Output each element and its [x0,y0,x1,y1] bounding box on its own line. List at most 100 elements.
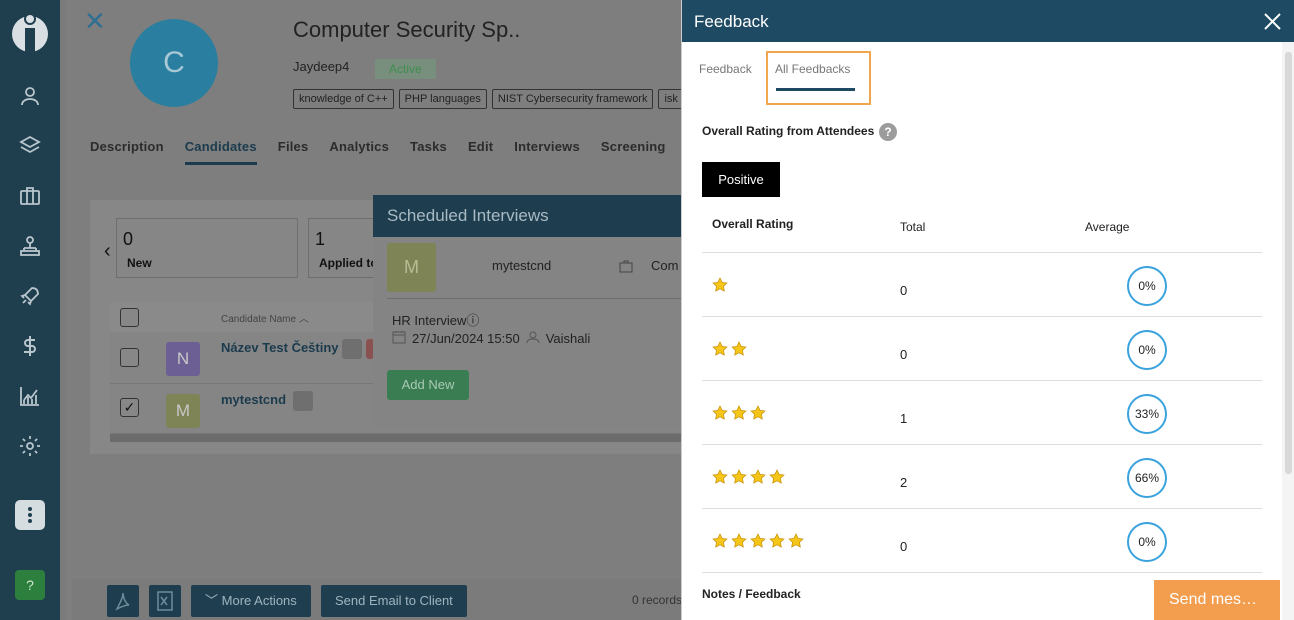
user-icon[interactable] [18,84,42,108]
overall-rating-heading: Overall Rating from Attendees [702,124,875,138]
star-rating [712,469,785,485]
interview-date: 27/Jun/2024 15:50 [412,331,520,346]
gear-icon[interactable] [18,434,42,458]
send-message-button[interactable]: Send mes… [1154,580,1280,620]
candidate-name-link[interactable]: mytestcnd [221,392,286,407]
avatar: C [130,19,218,107]
star-icon [769,469,785,485]
positive-badge[interactable]: Positive [702,162,780,197]
rating-average: 0% [1127,522,1167,562]
excel-export-icon[interactable] [149,585,181,617]
highlight-box [766,51,871,105]
notes-feedback-label: Notes / Feedback [702,587,801,601]
more-actions-button[interactable]: ﹀ More Actions [191,585,311,617]
star-icon [769,533,785,549]
star-icon [731,469,747,485]
rating-row: 2 66% [702,445,1262,509]
active-tab-indicator [776,88,855,91]
star-rating [712,341,747,357]
records-count: 0 records [632,593,683,607]
column-header-candidate-name[interactable]: Candidate Name ︿ [221,310,309,325]
chevron-left-icon[interactable]: ‹ [104,240,111,263]
briefcase-icon[interactable] [18,184,42,208]
chevron-down-icon: ﹀ [205,593,219,608]
column-header-label: Candidate Name [221,314,297,325]
sidebar: ? [0,0,60,620]
close-icon[interactable] [1264,13,1281,30]
interview-candidate-row[interactable]: M mytestcnd Com [387,237,681,299]
help-icon[interactable]: ? [879,123,897,141]
tab-tasks[interactable]: Tasks [410,139,447,165]
tab-analytics[interactable]: Analytics [329,139,389,165]
rating-row: 0 0% [702,509,1262,573]
client-name[interactable]: Jaydeep4 [293,59,349,74]
rating-total: 1 [900,411,908,426]
stat-label: Applied to [319,256,378,270]
star-icon [731,341,747,357]
analytics-icon[interactable] [18,384,42,408]
skill-tag: PHP languages [398,89,487,109]
sort-up-icon[interactable]: ︿ [299,314,309,325]
calendar-icon [392,330,406,347]
tab-interviews[interactable]: Interviews [514,139,580,165]
job-tabs: Description Candidates Files Analytics T… [90,139,719,165]
rocket-icon[interactable] [18,284,42,308]
feedback-title: Feedback [694,12,769,31]
interview-type-label: HR Interview [392,313,467,328]
tab-feedback[interactable]: Feedback [699,62,752,76]
star-icon [750,405,766,421]
scheduled-interviews-dialog: Scheduled Interviews M mytestcnd Com HR … [373,195,681,427]
stat-count: 1 [315,229,326,249]
rating-total: 0 [900,539,908,554]
column-header-overall-rating: Overall Rating [712,217,794,231]
tab-all-feedbacks[interactable]: All Feedbacks [775,62,850,76]
tab-edit[interactable]: Edit [468,139,493,165]
skill-tag: knowledge of C++ [293,89,394,109]
stat-label: New [127,256,152,270]
star-icon [731,405,747,421]
feedback-header: Feedback [682,0,1294,42]
candidate-name-link[interactable]: Název Test Češtiny [221,340,339,355]
more-icon[interactable] [15,500,45,530]
send-email-button[interactable]: Send Email to Client [321,585,467,617]
tab-screening[interactable]: Screening [601,139,666,165]
rating-average: 0% [1127,266,1167,306]
candidate-name[interactable]: mytestcnd [492,258,551,273]
star-icon [731,533,747,549]
add-new-button[interactable]: Add New [387,370,469,400]
resume-icon[interactable] [293,391,313,411]
dollar-icon[interactable] [18,334,42,358]
divider [702,572,1262,573]
bottom-toolbar: ﹀ More Actions Send Email to Client 0 re… [72,579,712,620]
scrollbar-thumb[interactable] [1285,52,1292,474]
star-icon [712,405,728,421]
star-icon [712,341,728,357]
dialog-title: Scheduled Interviews [373,195,681,237]
interview-meta: 27/Jun/2024 15:50 Vaishali [392,330,590,347]
star-icon [788,533,804,549]
resume-icon[interactable] [342,339,362,359]
info-icon[interactable]: ⓘ [466,313,479,328]
tab-candidates[interactable]: Candidates [184,139,257,165]
select-all-checkbox[interactable] [120,308,139,327]
tab-files[interactable]: Files [278,139,309,165]
rating-total: 0 [900,283,908,298]
row-checkbox[interactable]: ✓ [120,398,139,417]
org-chart-icon[interactable] [18,234,42,258]
skill-tags: knowledge of C++ PHP languages NIST Cybe… [293,89,693,109]
layers-icon[interactable] [18,134,42,158]
help-icon[interactable]: ? [15,570,45,600]
vertical-scrollbar[interactable] [1282,42,1294,620]
pdf-export-icon[interactable] [107,585,139,617]
stat-card-new[interactable]: 0 New [116,218,298,278]
logo-icon[interactable] [10,8,50,54]
horizontal-scrollbar[interactable] [110,434,690,442]
tab-description[interactable]: Description [90,139,164,165]
column-header-total: Total [900,220,926,234]
rating-average: 0% [1127,330,1167,370]
row-checkbox[interactable] [120,348,139,367]
close-icon[interactable]: ✕ [84,8,106,34]
rating-row: 1 33% [702,381,1262,445]
star-icon [750,533,766,549]
rating-total: 0 [900,347,908,362]
